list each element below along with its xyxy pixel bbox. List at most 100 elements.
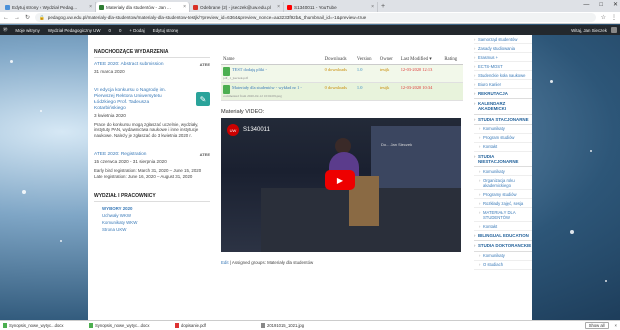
forward-icon[interactable]: → <box>14 15 20 21</box>
reload-icon[interactable]: ↻ <box>25 14 30 21</box>
version-cell: 1.0 <box>354 64 378 83</box>
dept-menu-item[interactable]: Strona UKW <box>102 226 210 233</box>
event-item: VI edycja konkursu o Nagrodę im. Pierwsz… <box>94 88 210 112</box>
menu-item[interactable]: Rozkłady zajęć, sesja <box>474 199 532 209</box>
menu-item[interactable]: Programy studiów <box>474 190 532 200</box>
menu-item[interactable]: MATERIAŁY DLA STUDENTÓW <box>474 208 532 223</box>
col-name[interactable]: Name <box>221 55 323 65</box>
event-link[interactable]: ATEE 2020: Registration <box>94 152 174 158</box>
menu-section-heading[interactable]: BILINGUAL EDUCATION <box>474 231 532 242</box>
maximize-button[interactable]: □ <box>599 0 603 10</box>
file-link[interactable]: TEST dodaję pliki - <box>232 67 267 72</box>
col-downloads[interactable]: Downloads <box>322 55 355 65</box>
admin-comments[interactable]: 0 <box>119 28 121 33</box>
back-icon[interactable]: ← <box>3 15 9 21</box>
menu-item[interactable]: Komunikaty <box>474 252 532 261</box>
site-icon <box>99 4 104 10</box>
play-button-icon[interactable]: ▶ <box>325 170 355 190</box>
atee-logo: ATEE <box>199 152 210 158</box>
admin-updates[interactable]: 0 <box>108 28 110 33</box>
browser-tab[interactable]: Edytuj strony ‹ Wydział Pedag... × <box>2 2 96 12</box>
event-item: ATEE 2020: Abstract submission ATEE <box>94 62 210 68</box>
close-tab-icon[interactable]: × <box>277 4 280 10</box>
atee-logo: ATEE <box>199 62 210 67</box>
wp-logo-icon[interactable]: Ⓦ <box>3 27 7 33</box>
browser-tab-active[interactable]: Materiały dla studentów - Jan ... × <box>96 2 190 12</box>
menu-item[interactable]: Kontakt <box>474 222 532 232</box>
admin-edit-page[interactable]: Edytuj stronę <box>153 28 179 33</box>
menu-item[interactable]: O studiach <box>474 261 532 270</box>
menu-section-heading[interactable]: STUDIA DOKTORANCKIE <box>474 241 532 252</box>
close-tab-icon[interactable]: × <box>371 4 374 10</box>
menu-item[interactable]: Organizacja roku akademickiego <box>474 176 532 191</box>
admin-user-greeting[interactable]: Witaj, Jan Sieczek <box>571 28 607 33</box>
downloads-cell: 0 downloads <box>322 64 355 83</box>
menu-item[interactable]: Komunikaty <box>474 125 532 134</box>
menu-item[interactable]: Komunikaty <box>474 167 532 177</box>
browser-tab[interactable]: S1340011 - YouTube × <box>284 2 378 12</box>
col-last-modified[interactable]: Last Modified ▾ <box>398 55 443 65</box>
menu-item[interactable]: Kontakt <box>474 143 532 152</box>
menu-item[interactable]: Program studiów <box>474 134 532 143</box>
channel-avatar[interactable]: UW <box>227 124 239 136</box>
close-tab-icon[interactable]: × <box>183 4 186 10</box>
events-widget-title: NADCHODZĄCE WYDARZENIA <box>94 49 210 58</box>
admin-site-name[interactable]: Wydział Pedagogiczny UW <box>48 28 101 33</box>
menu-item[interactable]: Erasmus + <box>474 53 532 62</box>
menu-icon[interactable]: ⋮ <box>611 14 617 21</box>
modified-cell: 12-03-2020 10:34 <box>398 82 443 101</box>
download-item[interactable]: Synopsis_nowe_wytyc...docx <box>89 323 169 328</box>
download-item[interactable]: Synopsis_nowe_wytyc...docx <box>3 323 83 328</box>
browser-tab-bar: Edytuj strony ‹ Wydział Pedag... × Materi… <box>0 0 620 12</box>
owner-cell: testjk <box>377 82 399 101</box>
url-input[interactable]: 🔒 pedagog.uw.edu.pl/materialy-dla-studen… <box>35 13 596 22</box>
menu-item[interactable]: Zasady studiowania <box>474 44 532 53</box>
version-cell: 1.0 <box>354 82 378 101</box>
minimize-button[interactable]: — <box>583 0 589 10</box>
close-window-button[interactable]: ✕ <box>613 0 618 10</box>
star-icon[interactable]: ☆ <box>601 14 606 21</box>
download-item[interactable]: dopisanie.pdf <box>175 323 255 328</box>
menu-section-heading[interactable]: KALENDARZ AKADEMICKI <box>474 99 532 115</box>
sort-down-icon: ▾ <box>429 57 432 62</box>
show-all-button[interactable]: Show all <box>584 322 609 329</box>
admin-my-sites[interactable]: Moje witryny <box>15 28 39 33</box>
video-player[interactable]: UW S1340011 Do... Jan Sieczek ▶ <box>221 118 461 252</box>
event-link[interactable]: ATEE 2020: Abstract submission <box>94 62 174 68</box>
col-rating[interactable]: Rating <box>442 55 463 65</box>
lock-icon: 🔒 <box>39 14 45 20</box>
menu-item[interactable]: Studenckie koła naukowe <box>474 71 532 80</box>
download-shelf: Synopsis_nowe_wytyc...docx Synopsis_nowe… <box>0 320 620 330</box>
file-icon <box>3 323 7 328</box>
avatar[interactable] <box>611 27 617 33</box>
menu-section-heading[interactable]: REKRUTACJA <box>474 89 532 100</box>
table-header-row: Name Downloads Version Owner Last Modifi… <box>221 55 463 65</box>
close-tab-icon[interactable]: × <box>89 4 92 10</box>
event-date: 3 kwietnia 2020 <box>94 113 126 118</box>
admin-add-new[interactable]: + Dodaj <box>129 28 144 33</box>
dept-menu-item[interactable]: WYBORY 2020 <box>102 205 210 212</box>
dept-menu-item[interactable]: Komunikaty WKW <box>102 219 210 226</box>
menu-item[interactable]: Biuro Kariier <box>474 80 532 89</box>
downloads-table: Name Downloads Version Owner Last Modifi… <box>221 55 463 101</box>
menu-item[interactable]: Samorząd studentów <box>474 35 532 44</box>
event-description: Prace do konkursu mogą zgłaszać uczelnie… <box>94 122 199 138</box>
rating-cell <box>442 64 463 83</box>
video-title[interactable]: S1340011 <box>243 127 270 133</box>
event-link[interactable]: VI edycja konkursu o Nagrodę im. Pierwsz… <box>94 88 174 112</box>
dept-menu-item[interactable]: Uchwały WKW <box>102 212 210 219</box>
download-item[interactable]: 20191015_1021.jpg <box>261 323 341 328</box>
menu-item[interactable]: ECTS-MOST <box>474 62 532 71</box>
browser-tab[interactable]: Odebrane (2) - jseczek@uw.edu.pl × <box>190 2 284 12</box>
menu-section-heading[interactable]: STUDIA NIESTACJONARNE <box>474 152 532 168</box>
youtube-icon <box>287 4 292 10</box>
col-version[interactable]: Version <box>354 55 378 65</box>
modified-cell: 12-03-2020 12:13 <box>398 64 443 83</box>
col-owner[interactable]: Owner <box>377 55 399 65</box>
file-link[interactable]: Materiały dla studentów - wykład nr 1 - <box>232 85 302 90</box>
close-icon[interactable]: × <box>615 323 617 328</box>
menu-section-heading[interactable]: STUDIA STACJONARNE <box>474 115 532 125</box>
edit-link[interactable]: Edit <box>221 260 229 265</box>
edit-line: Edit | Assigned groups: Materiały dla st… <box>221 260 314 265</box>
new-tab-button[interactable]: + <box>381 2 385 12</box>
